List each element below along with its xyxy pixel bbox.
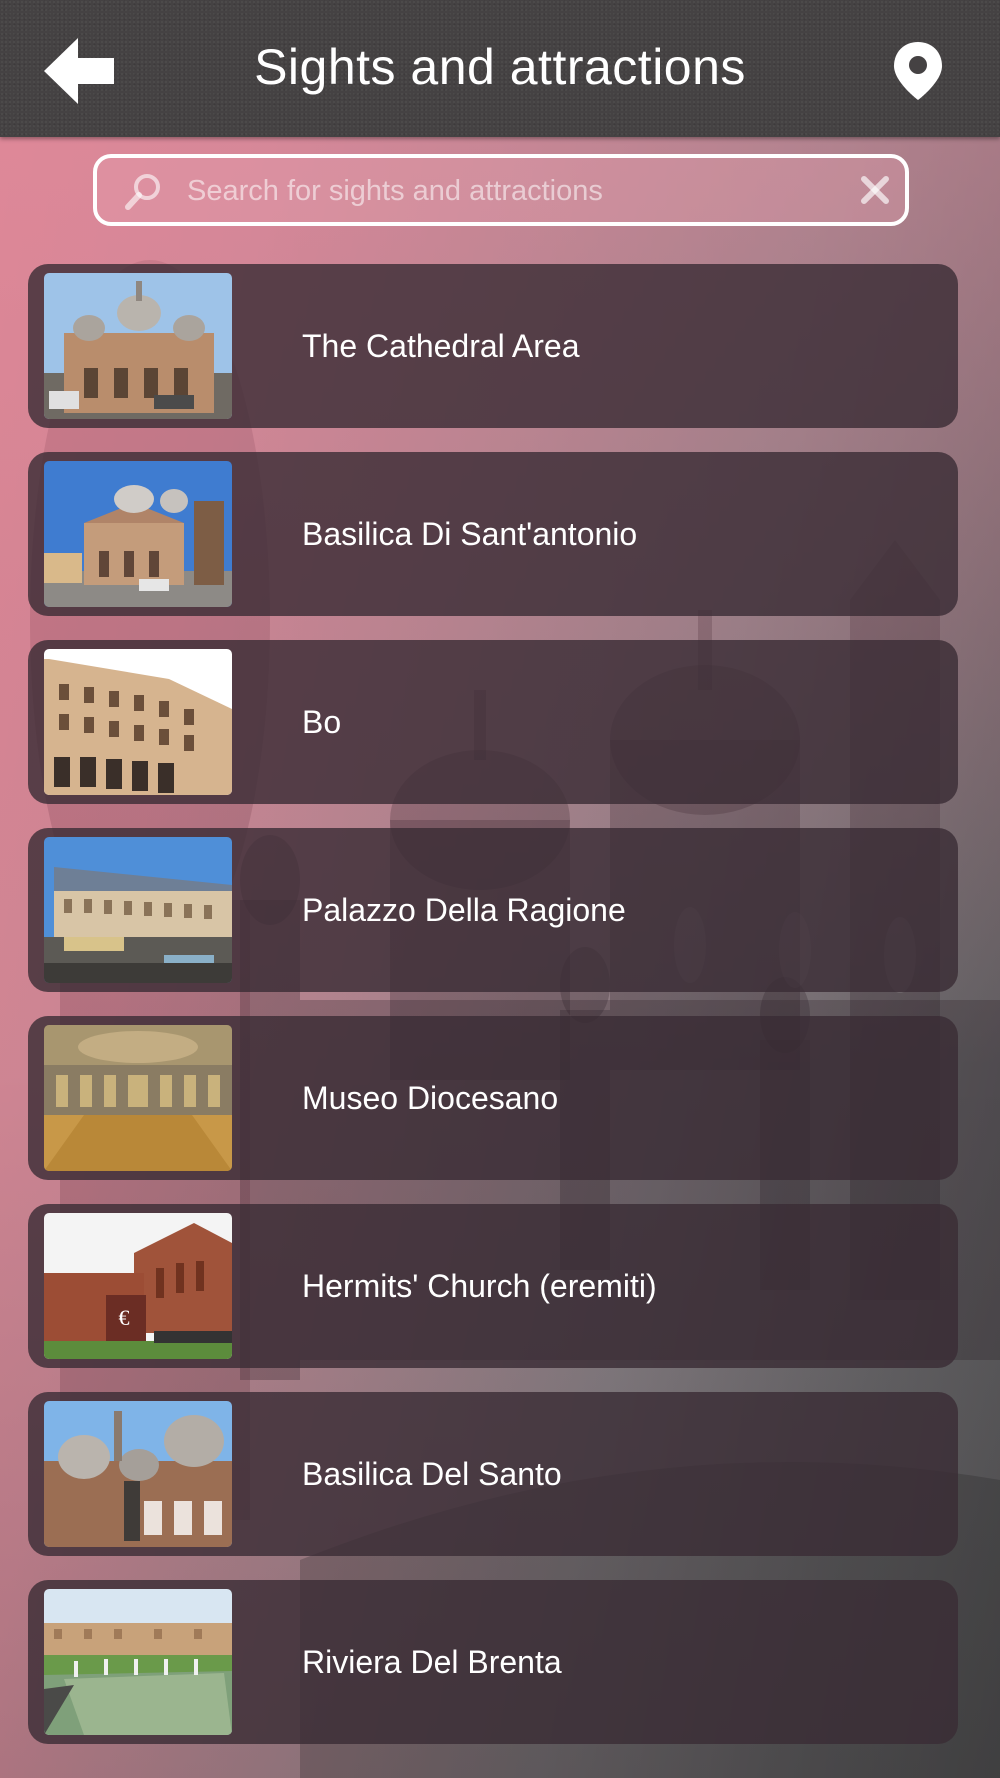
riviera-del-brenta-thumbnail xyxy=(44,1589,232,1735)
basilica-di-santantonio-thumbnail xyxy=(44,461,232,607)
clear-x-icon[interactable] xyxy=(857,172,893,208)
list-item-label: Basilica Del Santo xyxy=(302,1456,562,1492)
basilica-del-santo-thumbnail xyxy=(44,1401,232,1547)
cathedral-area-thumbnail xyxy=(44,273,232,419)
list-item[interactable]: Palazzo Della Ragione xyxy=(28,828,958,992)
list-item-label: Palazzo Della Ragione xyxy=(302,892,626,928)
svg-text:€: € xyxy=(119,1305,130,1330)
map-button[interactable] xyxy=(892,40,944,102)
search-bar xyxy=(93,154,909,226)
magnifier-icon xyxy=(125,174,160,210)
list-item-label: Basilica Di Sant'antonio xyxy=(302,516,638,552)
bo-thumbnail xyxy=(44,649,232,795)
list-item[interactable]: Basilica Di Sant'antonio xyxy=(28,452,958,616)
list-item-label: Bo xyxy=(302,704,342,740)
list-item[interactable]: € Hermits' Church (eremiti) xyxy=(28,1204,958,1368)
page-title: Sights and attractions xyxy=(254,39,746,95)
list-item-label: Riviera Del Brenta xyxy=(302,1644,562,1680)
list-item[interactable]: Riviera Del Brenta xyxy=(28,1580,958,1744)
map-pin-icon xyxy=(894,42,942,100)
museo-diocesano-thumbnail xyxy=(44,1025,232,1171)
list-item[interactable]: Bo xyxy=(28,640,958,804)
list-item-label: The Cathedral Area xyxy=(302,328,580,364)
list-item[interactable]: The Cathedral Area xyxy=(28,264,958,428)
list-item[interactable]: Basilica Del Santo xyxy=(28,1392,958,1556)
back-button[interactable] xyxy=(44,36,120,106)
list-item-label: Museo Diocesano xyxy=(302,1080,559,1116)
palazzo-della-ragione-thumbnail xyxy=(44,837,232,983)
top-bar: Sights and attractions xyxy=(0,0,1000,137)
hermits-church-thumbnail: € xyxy=(44,1213,232,1359)
list-item-label: Hermits' Church (eremiti) xyxy=(302,1268,657,1304)
search-input[interactable] xyxy=(185,164,829,218)
list-item[interactable]: Museo Diocesano xyxy=(28,1016,958,1180)
back-arrow-icon xyxy=(44,38,114,104)
